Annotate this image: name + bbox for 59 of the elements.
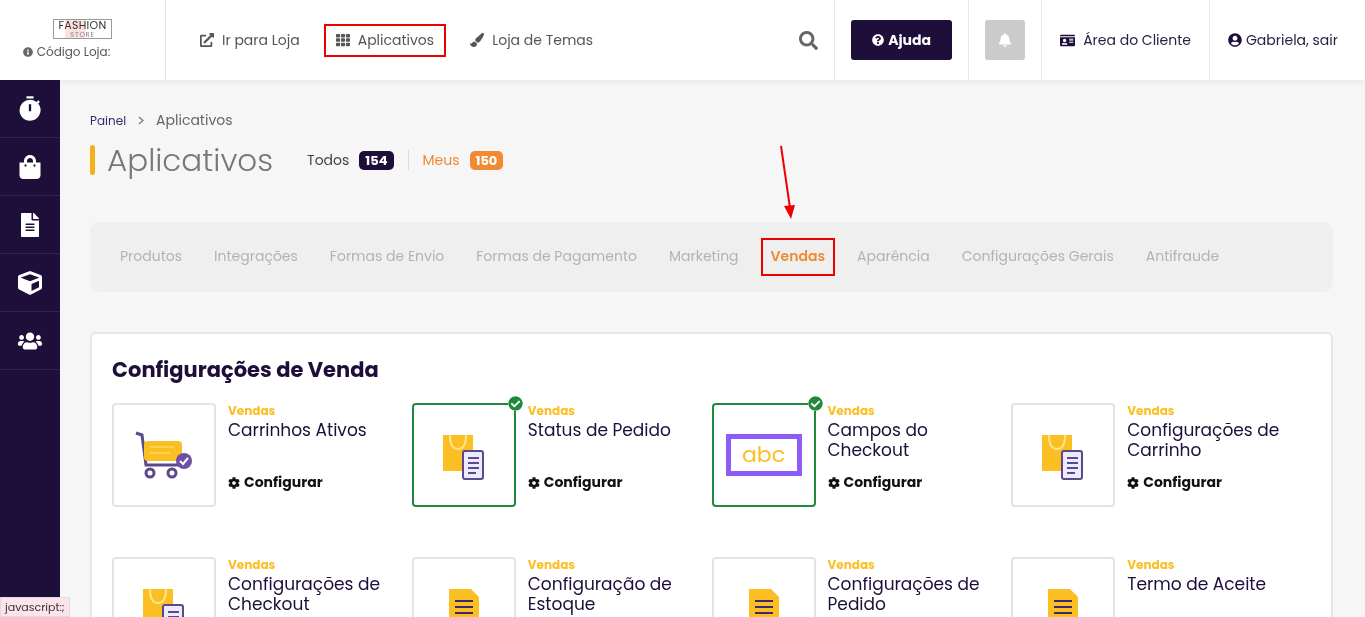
configure-link[interactable]: Configurar [527, 472, 671, 493]
breadcrumb-current: Aplicativos [156, 110, 233, 131]
app-category: Vendas [527, 557, 576, 573]
app-thumbnail[interactable] [411, 403, 516, 507]
shopping-cart-icon [134, 429, 194, 481]
id-card-icon [1060, 32, 1076, 48]
status-bar-url: javascript:; [0, 597, 70, 617]
app-category: Vendas [527, 403, 576, 419]
question-icon [872, 34, 885, 46]
app-name: Status de Pedido [527, 420, 671, 440]
chevron-right-icon [138, 116, 145, 125]
nav-link[interactable]: Aplicativos [323, 23, 447, 57]
gear-icon [1127, 476, 1140, 489]
app-name: Carrinhos Ativos [228, 420, 367, 440]
help-button[interactable]: Ajuda [851, 20, 953, 60]
cube-icon [18, 270, 42, 295]
app-category: Vendas [827, 557, 876, 573]
nav-link[interactable]: Ir para Loja [188, 23, 312, 57]
brush-icon [470, 33, 485, 47]
app-name: Campos do Checkout [827, 420, 929, 460]
grid-icon [335, 33, 350, 47]
external-link-icon [200, 33, 214, 47]
document-icon [18, 212, 42, 237]
app-category: Vendas [1127, 557, 1176, 573]
gear-icon [228, 476, 240, 489]
nav-link[interactable]: Loja de Temas [458, 23, 606, 57]
configure-link[interactable]: Configurar [1127, 472, 1308, 493]
user-logout-link[interactable]: Gabriela, sair [1209, 0, 1365, 80]
gear-icon [527, 476, 540, 489]
app-category: Vendas [1127, 403, 1176, 419]
document-icon [748, 589, 779, 617]
section-title: Configurações de Venda [112, 353, 380, 385]
app-name: Configuração de Estoque [527, 574, 673, 614]
app-category: Vendas [827, 403, 876, 419]
title-accent-bar [90, 145, 95, 176]
app-category: Vendas [228, 403, 277, 419]
text-field-icon: abc [725, 434, 802, 476]
count-badge: 150 [469, 150, 504, 170]
app-name: Configurações de Carrinho [1127, 420, 1281, 460]
app-name: Configurações de Pedido [827, 574, 981, 614]
store-code-label: Código Loja: [36, 43, 111, 61]
search-icon[interactable] [799, 30, 819, 50]
breadcrumb-link[interactable]: Painel [90, 111, 127, 130]
count-badge: 154 [359, 150, 394, 170]
configure-link[interactable]: Configurar [228, 472, 367, 493]
configure-link[interactable]: Configurar [827, 472, 1008, 493]
app-name: Configurações de Checkout [228, 574, 382, 614]
shopping-bag-icon [18, 154, 42, 179]
client-area-link[interactable]: Área do Cliente [1042, 0, 1210, 80]
filter-tab[interactable]: Todos 154 [307, 149, 394, 171]
document-icon [1048, 589, 1079, 617]
user-icon [1227, 33, 1242, 47]
bell-icon [998, 33, 1013, 47]
gear-icon [827, 476, 840, 489]
info-icon [22, 47, 33, 57]
page-title: Aplicativos [107, 137, 274, 184]
app-category: Vendas [228, 557, 277, 573]
document-icon [448, 589, 479, 617]
app-name: Termo de Aceite [1127, 574, 1267, 594]
